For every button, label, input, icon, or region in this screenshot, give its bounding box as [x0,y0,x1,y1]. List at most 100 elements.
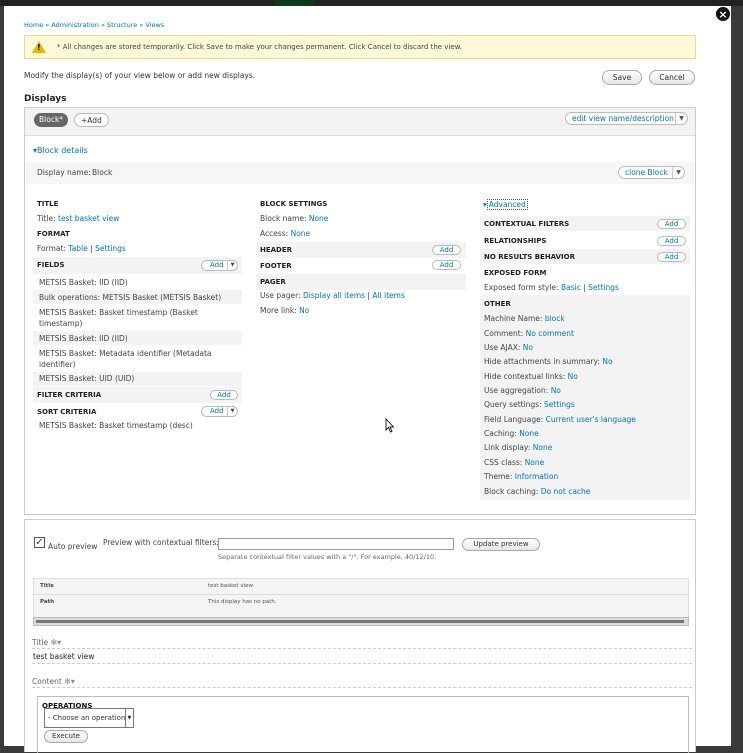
format-link[interactable]: Table [68,244,87,253]
pager-section: PAGER [256,274,466,290]
other-setting-link[interactable]: No [568,372,578,381]
header-add-button[interactable]: Add [432,245,461,255]
access-row: Access: None [260,229,311,238]
exposed-form-row: Exposed form style: Basic | Settings [484,283,619,292]
displays-panel: Block* +Add edit view name/description ▼… [24,107,696,515]
other-setting-link[interactable]: Do not cache [541,487,591,496]
breadcrumb-administration[interactable]: Administration [51,21,99,29]
other-section [480,295,690,500]
other-setting-row: CSS class: None [484,458,545,467]
chevron-down-icon[interactable]: ▼ [675,113,687,124]
contextual-filters-add-button[interactable]: Add [657,219,686,229]
execute-button[interactable]: Execute [44,730,88,743]
items-per-page-link[interactable]: All items [372,291,405,300]
scrollbar-thumb[interactable] [36,620,684,623]
display-name-row: Display name: Block clone Block ▼ [25,162,695,184]
other-setting-row: Field Language: Current user's language [484,415,636,424]
clone-block-dropdown[interactable]: clone Block ▼ [618,166,685,179]
other-setting-row: Use aggregation: No [484,386,561,395]
field-item[interactable]: METSIS Basket: UID (UID) [39,374,134,383]
no-results-add-button[interactable]: Add [657,252,686,262]
breadcrumb-separator: » [98,21,107,29]
relationships-add-button[interactable]: Add [657,236,686,246]
filter-add-button[interactable]: Add [210,390,238,400]
other-setting-row: Machine Name: block [484,314,565,323]
gear-icon[interactable]: ✻▾ [50,638,61,647]
displays-heading: Displays [24,94,67,104]
sort-add-dropdown[interactable]: Add ▼ [201,406,238,417]
use-pager-link[interactable]: Display all items [303,291,365,300]
other-setting-link[interactable]: None [533,443,553,452]
warning-message: ! * All changes are stored temporarily. … [24,35,696,59]
middle-column: BLOCK SETTINGS Block name: None Access: … [256,196,466,322]
more-link-link[interactable]: No [299,306,309,315]
edit-view-name-dropdown[interactable]: edit view name/description ▼ [565,112,688,125]
other-setting-row: Hide attachments in summary: No [484,357,613,366]
display-tabs: Block* +Add edit view name/description ▼ [25,108,695,136]
breadcrumb-views[interactable]: Views [145,21,164,29]
access-link[interactable]: None [291,229,311,238]
other-setting-link[interactable]: None [525,458,545,467]
advanced-toggle[interactable]: ▾ Advanced [483,199,528,210]
block-name-link[interactable]: None [309,214,329,223]
display-name-link[interactable]: Block [92,168,112,177]
block-details-toggle[interactable]: ▾Block details [33,146,88,155]
other-setting-row: Comment: No comment [484,329,574,338]
breadcrumb-home[interactable]: Home [24,21,43,29]
left-column: TITLE Title: test basket view FORMAT For… [33,196,242,432]
preview-info-table: Title test basket view Path This display… [33,578,689,618]
field-item[interactable]: METSIS Basket: IID (IID) [39,278,128,287]
title-link[interactable]: test basket view [58,214,119,223]
exposed-form-settings-link[interactable]: Settings [588,283,619,292]
other-setting-link[interactable]: None [519,429,539,438]
field-item[interactable]: Bulk operations: METSIS Basket (METSIS B… [39,293,221,302]
preview-title-value: test basket view [33,652,95,661]
preview-table-value: This display has no path. [208,599,277,605]
gear-icon[interactable]: ✻▾ [64,677,75,686]
auto-preview-checkbox[interactable]: ✓ [34,537,45,548]
update-preview-button[interactable]: Update preview [462,538,540,551]
exposed-form-style-link[interactable]: Basic [561,283,581,292]
save-button[interactable]: Save [602,70,642,85]
other-setting-link[interactable]: Current user's language [546,415,636,424]
other-setting-link[interactable]: Information [515,472,558,481]
format-settings-link[interactable]: Settings [95,244,126,253]
operation-select[interactable]: - Choose an operation - ▼ [44,708,134,728]
filter-criteria-header: FILTER CRITERIA Add [33,387,242,403]
clone-block-label[interactable]: clone Block [625,168,668,177]
close-icon[interactable]: × [715,6,731,22]
operations-fieldset: OPERATIONS - Choose an operation - ▼ Exec… [37,696,689,753]
divider [32,687,692,688]
preview-table-value: test basket view [208,583,253,589]
chevron-down-icon[interactable]: ▼ [227,407,237,416]
footer-heading: FOOTER [260,262,292,270]
field-item[interactable]: METSIS Basket: Basket timestamp (Basket … [39,307,235,329]
field-item[interactable]: METSIS Basket: Metadata identifier (Meta… [39,348,235,370]
other-setting-link[interactable]: block [545,314,565,323]
chevron-down-icon[interactable]: ▼ [125,709,133,727]
cancel-button[interactable]: Cancel [649,70,695,85]
add-display-button[interactable]: +Add [74,113,109,127]
fields-add-dropdown[interactable]: Add ▼ [201,260,238,271]
horizontal-scrollbar[interactable] [33,617,689,626]
tab-block[interactable]: Block* [34,113,69,127]
contextual-filters-input[interactable] [218,538,454,550]
other-setting-link[interactable]: No [602,357,612,366]
chevron-down-icon[interactable]: ▼ [227,261,237,270]
other-setting-link[interactable]: Settings [544,400,575,409]
other-setting-link[interactable]: No comment [526,329,574,338]
other-setting-link[interactable]: No [551,386,561,395]
sort-item[interactable]: METSIS Basket: Basket timestamp (desc) [39,421,193,430]
breadcrumb-structure[interactable]: Structure [107,21,137,29]
use-pager-row: Use pager: Display all items | All items [260,291,405,300]
sort-criteria-heading: SORT CRITERIA [37,408,97,416]
edit-view-name-label[interactable]: edit view name/description [572,114,674,123]
field-item[interactable]: METSIS Basket: IID (IID) [39,334,128,343]
other-setting-row: Block caching: Do not cache [484,487,591,496]
footer-add-button[interactable]: Add [432,260,461,270]
intro-text: Modify the display(s) of your view below… [24,71,256,80]
other-setting-row: Caching: None [484,429,539,438]
chevron-down-icon[interactable]: ▼ [672,167,684,178]
modal-overlay: Home » Administration » Structure » View… [4,6,731,753]
other-setting-link[interactable]: No [523,343,533,352]
